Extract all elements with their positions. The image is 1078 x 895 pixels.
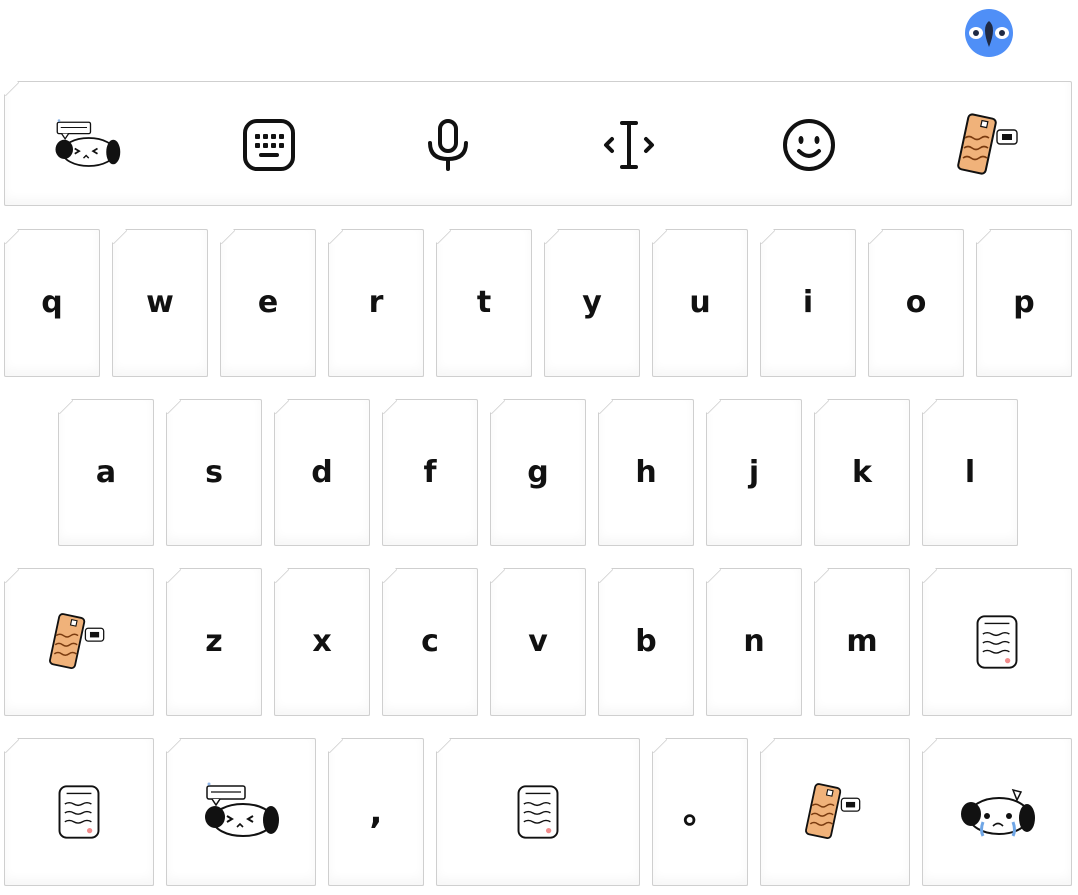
toolbar-emoji-button[interactable] xyxy=(774,110,844,180)
key-e[interactable]: e xyxy=(220,229,316,377)
key-label: u xyxy=(689,285,711,320)
key-h[interactable]: h xyxy=(598,399,694,546)
key-y[interactable]: y xyxy=(544,229,640,377)
key-period[interactable]: 。 xyxy=(652,738,748,886)
smiley-icon xyxy=(783,119,835,171)
parrot-mascot-icon xyxy=(962,5,1016,59)
numbers-key[interactable] xyxy=(166,738,316,886)
key-label: r xyxy=(368,285,384,320)
key-label: , xyxy=(369,792,383,832)
key-l[interactable]: l xyxy=(922,399,1018,546)
toolbar-sticker-phone-button[interactable] xyxy=(955,110,1025,180)
key-label: m xyxy=(846,624,878,659)
key-label: k xyxy=(852,454,872,490)
key-label: g xyxy=(527,454,549,490)
key-label: n xyxy=(743,624,765,659)
key-r[interactable]: r xyxy=(328,229,424,377)
key-label: w xyxy=(146,285,174,320)
candidate-toolbar xyxy=(4,81,1072,206)
key-z[interactable]: z xyxy=(166,568,262,716)
key-label: b xyxy=(635,624,657,659)
shift-key[interactable] xyxy=(4,568,154,716)
key-b[interactable]: b xyxy=(598,568,694,716)
key-s[interactable]: s xyxy=(166,399,262,546)
key-label: p xyxy=(1013,285,1035,320)
key-label: v xyxy=(528,624,548,659)
key-label: o xyxy=(905,285,927,320)
dog-speech-sticker-icon xyxy=(201,782,281,842)
key-d[interactable]: d xyxy=(274,399,370,546)
key-label: l xyxy=(964,454,976,490)
key-i[interactable]: i xyxy=(760,229,856,377)
microphone-icon xyxy=(428,119,468,171)
key-g[interactable]: g xyxy=(490,399,586,546)
key-label: 。 xyxy=(683,792,717,832)
key-label: j xyxy=(748,454,760,490)
key-label: h xyxy=(635,454,657,490)
dog-speech-sticker-icon xyxy=(52,115,122,175)
phone-sticker-icon xyxy=(955,110,1025,180)
key-k[interactable]: k xyxy=(814,399,910,546)
key-w[interactable]: w xyxy=(112,229,208,377)
key-a[interactable]: a xyxy=(58,399,154,546)
key-f[interactable]: f xyxy=(382,399,478,546)
key-label: f xyxy=(423,454,437,490)
key-label: z xyxy=(205,624,223,659)
key-label: s xyxy=(205,454,223,490)
key-comma[interactable]: , xyxy=(328,738,424,886)
key-o[interactable]: o xyxy=(868,229,964,377)
key-j[interactable]: j xyxy=(706,399,802,546)
phone-sticker-icon xyxy=(803,780,867,844)
key-label: x xyxy=(312,624,332,659)
crying-dog-sticker-icon xyxy=(957,782,1037,842)
key-q[interactable]: q xyxy=(4,229,100,377)
phone-sticker-icon xyxy=(47,610,111,674)
key-n[interactable]: n xyxy=(706,568,802,716)
key-v[interactable]: v xyxy=(490,568,586,716)
key-label: a xyxy=(95,454,117,490)
toolbar-voice-button[interactable] xyxy=(413,110,483,180)
toolbar-sticker-dog-button[interactable] xyxy=(52,110,122,180)
key-label: c xyxy=(421,624,439,659)
essay-paper-sticker-icon xyxy=(970,611,1024,673)
key-label: y xyxy=(582,285,602,320)
backspace-key[interactable] xyxy=(922,568,1072,716)
key-label: e xyxy=(257,285,279,320)
key-label: t xyxy=(476,285,492,320)
toolbar-cursor-button[interactable] xyxy=(594,110,664,180)
language-key[interactable] xyxy=(760,738,910,886)
enter-key[interactable] xyxy=(922,738,1072,886)
key-m[interactable]: m xyxy=(814,568,910,716)
key-label: q xyxy=(41,285,63,320)
symbols-key[interactable] xyxy=(4,738,154,886)
key-label: d xyxy=(311,454,333,490)
key-label: i xyxy=(802,285,814,320)
text-cursor-arrows-icon xyxy=(604,121,654,169)
essay-paper-sticker-icon xyxy=(511,781,565,843)
key-x[interactable]: x xyxy=(274,568,370,716)
key-c[interactable]: c xyxy=(382,568,478,716)
keyboard-icon xyxy=(243,119,295,171)
essay-paper-sticker-icon xyxy=(52,781,106,843)
toolbar-keyboard-button[interactable] xyxy=(234,110,304,180)
key-t[interactable]: t xyxy=(436,229,532,377)
key-u[interactable]: u xyxy=(652,229,748,377)
space-key[interactable] xyxy=(436,738,640,886)
key-p[interactable]: p xyxy=(976,229,1072,377)
